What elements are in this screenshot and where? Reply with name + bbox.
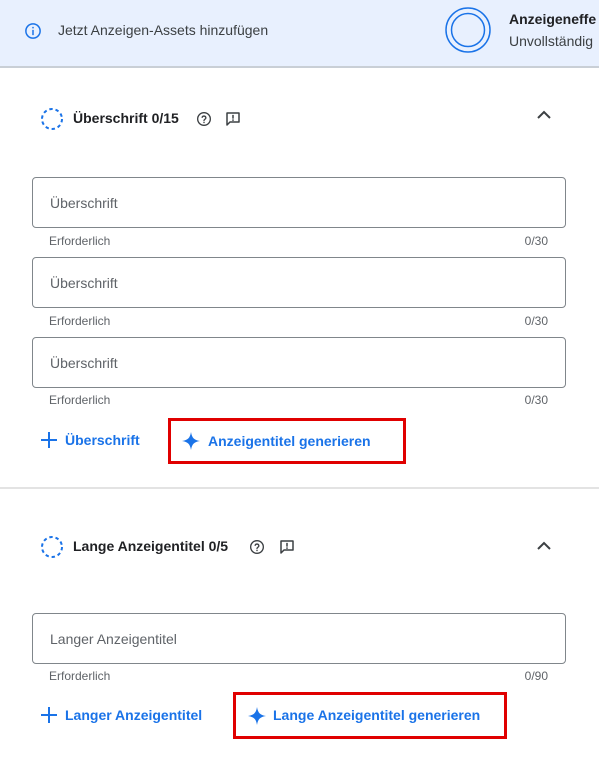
plus-icon	[41, 707, 57, 723]
help-icon[interactable]	[196, 111, 212, 127]
add-long-headline-label: Langer Anzeigentitel	[65, 707, 203, 723]
add-headline-button[interactable]: Überschrift	[39, 430, 159, 452]
add-long-headline-button[interactable]: Langer Anzeigentitel	[39, 705, 219, 727]
add-headline-label: Überschrift	[65, 432, 140, 448]
chevron-up-icon[interactable]	[532, 534, 556, 558]
plus-icon	[41, 432, 57, 448]
headline-field[interactable]	[32, 177, 566, 228]
info-icon	[25, 23, 41, 39]
chevron-up-icon[interactable]	[532, 103, 556, 127]
headline-field[interactable]	[32, 257, 566, 308]
headline-input[interactable]	[33, 258, 550, 307]
field-required-hint: Erforderlich	[49, 234, 111, 248]
long-headline-input[interactable]	[33, 614, 550, 663]
effectiveness-status: Unvollständig	[509, 33, 594, 49]
headline-input[interactable]	[33, 338, 550, 387]
feedback-icon[interactable]	[224, 110, 242, 128]
headline-section-header: Überschrift 0/15	[40, 107, 560, 131]
field-required-hint: Erforderlich	[49, 393, 111, 407]
long-headline-section-title: Lange Anzeigentitel 0/5	[73, 538, 229, 554]
field-required-hint: Erforderlich	[49, 314, 111, 328]
section-divider	[0, 487, 599, 489]
field-required-hint: Erforderlich	[49, 669, 111, 683]
sparkle-icon	[248, 707, 266, 725]
long-headline-section-header: Lange Anzeigentitel 0/5	[40, 535, 560, 559]
generate-headlines-button[interactable]: Anzeigentitel generieren	[168, 418, 406, 464]
character-counter: 0/30	[524, 393, 548, 407]
generate-long-headlines-label: Lange Anzeigentitel generieren	[273, 707, 481, 723]
effectiveness-title: Anzeigeneffe	[509, 11, 597, 27]
generate-long-headlines-button[interactable]: Lange Anzeigentitel generieren	[233, 692, 507, 739]
headline-field[interactable]	[32, 337, 566, 388]
character-counter: 0/90	[524, 669, 548, 683]
long-headline-field[interactable]	[32, 613, 566, 664]
help-icon[interactable]	[249, 539, 265, 555]
sparkle-icon	[182, 432, 200, 450]
dashed-circle-icon	[41, 536, 63, 558]
character-counter: 0/30	[524, 314, 548, 328]
info-banner: Jetzt Anzeigen-Assets hinzufügen Anzeige…	[0, 0, 599, 68]
generate-headlines-label: Anzeigentitel generieren	[208, 433, 371, 449]
dashed-circle-icon	[41, 108, 63, 130]
feedback-icon[interactable]	[278, 538, 296, 556]
character-counter: 0/30	[524, 234, 548, 248]
headline-input[interactable]	[33, 178, 550, 227]
effectiveness-ring-icon[interactable]	[444, 6, 492, 54]
banner-info-text[interactable]: Jetzt Anzeigen-Assets hinzufügen	[58, 22, 268, 38]
headline-section-title: Überschrift 0/15	[73, 110, 179, 126]
